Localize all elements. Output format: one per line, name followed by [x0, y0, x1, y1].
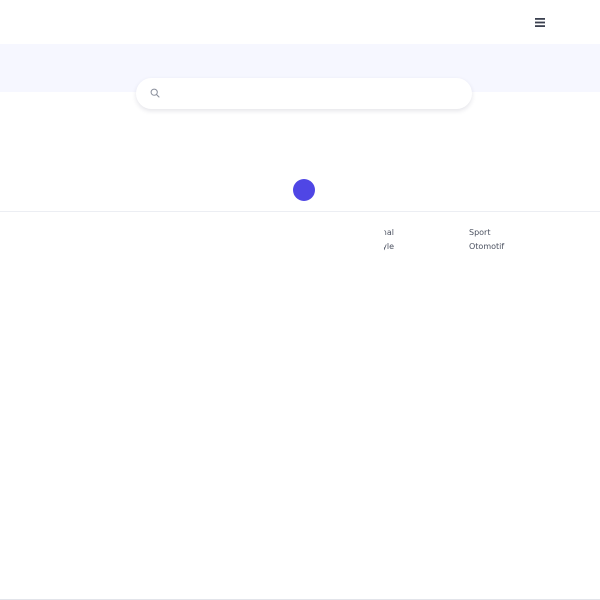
header: [0, 0, 600, 44]
loading-spinner: [293, 179, 315, 201]
search-input[interactable]: [166, 83, 460, 105]
footer-links-partial: nal yle: [384, 225, 444, 257]
menu-button[interactable]: [533, 15, 547, 29]
footer-link-otomotif[interactable]: Otomotif: [469, 242, 504, 252]
search-box[interactable]: [136, 78, 472, 109]
hamburger-icon: [535, 17, 545, 27]
page: nal yle Sport Otomotif: [0, 0, 600, 600]
search-icon: [149, 87, 161, 99]
footer-link-partial-1[interactable]: nal: [384, 228, 394, 238]
divider: [0, 211, 600, 212]
footer-link-sport[interactable]: Sport: [469, 228, 490, 238]
footer-link-partial-2[interactable]: yle: [384, 242, 394, 252]
